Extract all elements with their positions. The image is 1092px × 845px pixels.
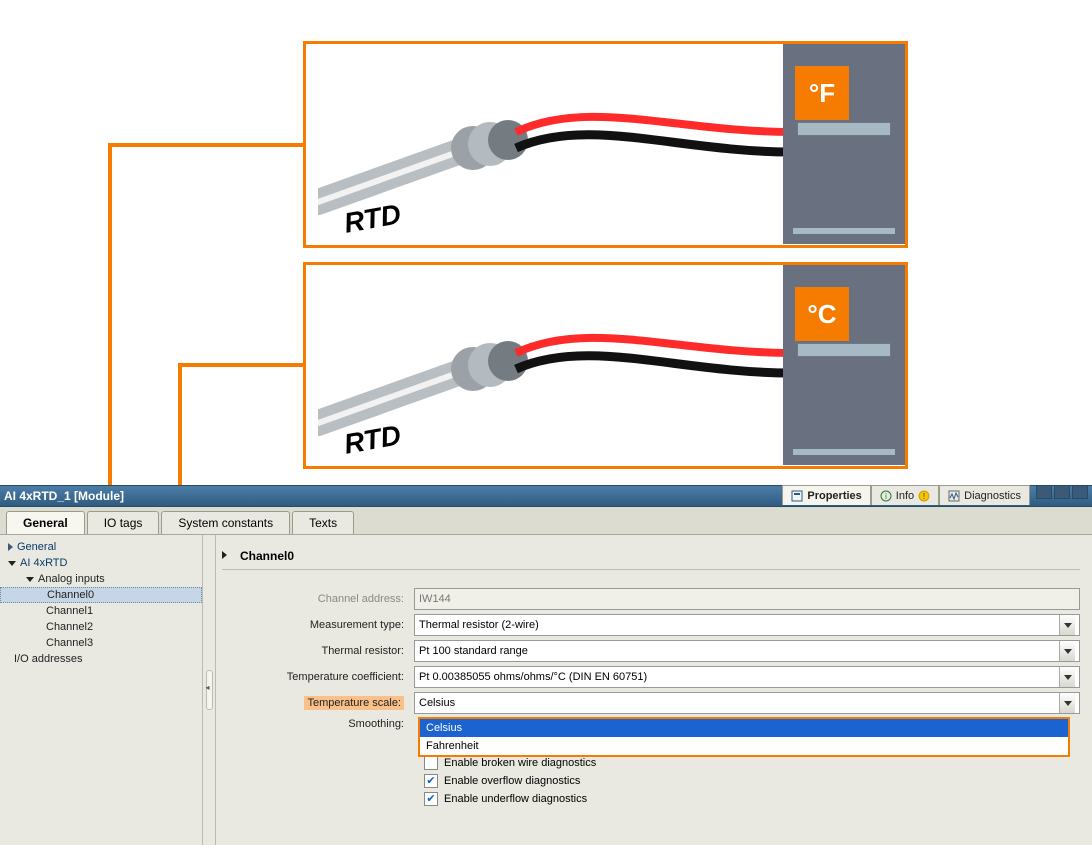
window-control-icon[interactable]	[1072, 485, 1088, 499]
measurement-type-combobox[interactable]: Thermal resistor (2-wire)	[414, 614, 1080, 636]
splitter-handle[interactable]	[203, 535, 216, 845]
smoothing-label: Smoothing:	[222, 718, 414, 730]
tree-node-module[interactable]: AI 4xRTD	[0, 555, 202, 571]
properties-icon	[791, 490, 803, 502]
underflow-label: Enable underflow diagnostics	[444, 793, 587, 805]
chevron-right-icon	[222, 551, 227, 559]
tree-node-channel3[interactable]: Channel3	[0, 635, 202, 651]
temp-scale-label: Temperature scale:	[222, 697, 414, 709]
tree-node-io-addresses[interactable]: I/O addresses	[0, 651, 202, 667]
window-control-icon[interactable]	[1036, 485, 1052, 499]
tree-node-channel0[interactable]: Channel0	[0, 587, 202, 603]
temp-coefficient-label: Temperature coefficient:	[222, 671, 414, 683]
svg-text:i: i	[885, 492, 887, 501]
tab-diagnostics[interactable]: Diagnostics	[939, 485, 1030, 505]
dropdown-option-fahrenheit[interactable]: Fahrenheit	[420, 737, 1068, 755]
panel-header: AI 4xRTD_1 [Module] Properties i Info ! …	[0, 485, 1092, 507]
channel-address-field	[414, 588, 1080, 610]
temp-coefficient-combobox[interactable]: Pt 0.00385055 ohms/ohms/°C (DIN EN 60751…	[414, 666, 1080, 688]
rtd-diagram-fahrenheit: RTD °F	[303, 41, 908, 248]
dropdown-icon	[1059, 641, 1075, 661]
tab-label: Properties	[807, 490, 861, 502]
tab-texts[interactable]: Texts	[292, 511, 354, 534]
celsius-badge: °C	[795, 287, 849, 341]
tab-info[interactable]: i Info !	[871, 485, 939, 505]
svg-text:!: !	[923, 492, 925, 501]
navigation-tree[interactable]: General AI 4xRTD Analog inputs Channel0 …	[0, 535, 203, 845]
tree-node-general[interactable]: General	[0, 539, 202, 555]
tab-label: Info	[896, 490, 914, 502]
dropdown-icon	[1059, 615, 1075, 635]
temp-scale-dropdown-list[interactable]: Celsius Fahrenheit	[418, 717, 1070, 757]
tree-node-channel1[interactable]: Channel1	[0, 603, 202, 619]
broken-wire-checkbox[interactable]	[424, 756, 438, 770]
tree-node-analog-inputs[interactable]: Analog inputs	[0, 571, 202, 587]
rtd-diagram-celsius: RTD °C	[303, 262, 908, 469]
dropdown-option-celsius[interactable]: Celsius	[420, 719, 1068, 737]
info-icon: i	[880, 490, 892, 502]
diagnostics-icon	[948, 490, 960, 502]
tab-properties[interactable]: Properties	[782, 485, 870, 505]
tab-label: Diagnostics	[964, 490, 1021, 502]
dropdown-icon	[1059, 667, 1075, 687]
tab-io-tags[interactable]: IO tags	[87, 511, 160, 534]
temp-scale-combobox[interactable]: Celsius	[414, 692, 1080, 714]
channel-address-label: Channel address:	[222, 593, 414, 605]
tree-node-channel2[interactable]: Channel2	[0, 619, 202, 635]
measurement-type-label: Measurement type:	[222, 619, 414, 631]
tab-system-constants[interactable]: System constants	[161, 511, 290, 534]
diagram-area: RTD °F RTD °C	[0, 0, 1092, 485]
thermal-resistor-combobox[interactable]: Pt 100 standard range	[414, 640, 1080, 662]
fahrenheit-badge: °F	[795, 66, 849, 120]
module-title: AI 4xRTD_1 [Module]	[4, 489, 124, 503]
plc-module-illustration: °F	[783, 44, 905, 244]
main-tab-strip: General IO tags System constants Texts	[0, 507, 1092, 535]
plc-module-illustration: °C	[783, 265, 905, 465]
thermal-resistor-label: Thermal resistor:	[222, 645, 414, 657]
window-control-icon[interactable]	[1054, 485, 1070, 499]
tab-general[interactable]: General	[6, 511, 85, 534]
overflow-label: Enable overflow diagnostics	[444, 775, 580, 787]
dropdown-icon	[1059, 693, 1075, 713]
section-header: Channel0	[222, 543, 1080, 570]
broken-wire-label: Enable broken wire diagnostics	[444, 757, 596, 769]
underflow-checkbox[interactable]	[424, 792, 438, 806]
overflow-checkbox[interactable]	[424, 774, 438, 788]
warning-icon: !	[918, 490, 930, 502]
properties-pane: Channel0 Channel address: Measurement ty…	[216, 535, 1092, 845]
